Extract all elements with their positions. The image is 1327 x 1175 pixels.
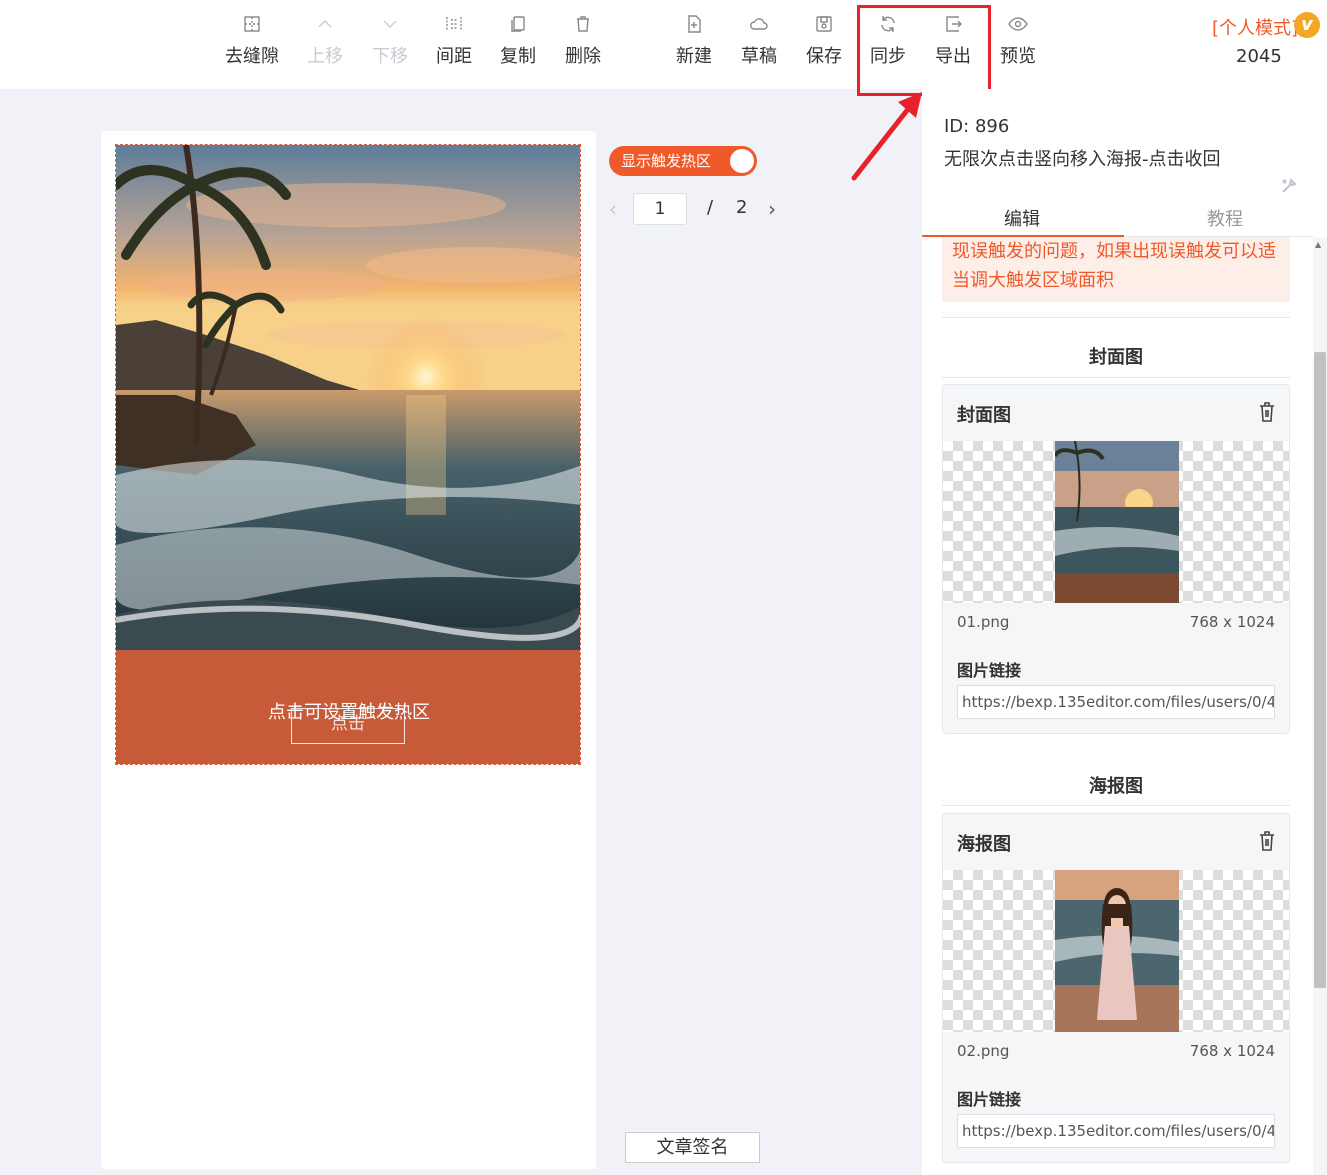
eye-icon [1008,14,1028,36]
cover-image-card: 封面图 01.png 768 x 1024 图片链接 https://bexp.… [942,384,1290,734]
image-dimensions: 768 x 1024 [1189,613,1275,631]
page-total: 2 [736,197,748,218]
annotation-arrow-icon [851,92,922,181]
move-up-button[interactable]: 上移 [293,14,357,68]
trigger-hotzone[interactable]: 点击 点击可设置触发热区 [116,650,580,764]
toggle-label: 显示触发热区 [621,152,712,170]
spacing-button[interactable]: 间距 [422,14,486,68]
draft-button[interactable]: 草稿 [727,14,791,68]
highlight-box [857,5,991,96]
tab-tutorial[interactable]: 教程 [1207,205,1243,231]
remove-gap-icon [242,14,262,36]
panel-tabs: 编辑 教程 [922,193,1313,237]
card-title: 封面图 [957,405,1011,426]
trash-icon [573,14,593,36]
delete-button[interactable]: 删除 [551,14,615,68]
cover-thumbnail [1055,441,1179,603]
save-icon [814,14,834,36]
card-title: 海报图 [957,834,1011,855]
notice-text: 现误触发的问题，如果出现误触发可以适当调大触发区域面积 [942,237,1290,302]
cloud-icon [749,14,769,36]
template-id: ID: 896 [944,116,1010,137]
section-heading-poster: 海报图 [1089,776,1143,797]
hotzone-hint: 点击可设置触发热区 [268,702,430,723]
spacing-icon [444,14,464,36]
poster-image-card: 海报图 02.png 768 x 1024 图片链接 https://bexp.… [942,813,1290,1163]
image-preview[interactable] [943,441,1289,603]
preview-button[interactable]: 预览 [986,14,1050,68]
image-link-input[interactable]: https://bexp.135editor.com/files/users/0… [957,685,1275,719]
remove-gap-button[interactable]: 去缝隙 [220,14,284,68]
poster-preview[interactable]: 点击 点击可设置触发热区 [115,144,581,765]
show-hotzone-toggle[interactable]: 显示触发热区 [609,146,757,176]
move-down-button[interactable]: 下移 [358,14,422,68]
properties-panel: ID: 896 无限次点击竖向移入海报-点击收回 编辑 教程 现误触发的问题，如… [922,89,1327,1175]
toolbar: 去缝隙 上移 下移 间距 复制 删除 新建 草稿 保存 同步 导出 预览 [个人… [0,0,1327,89]
tab-edit[interactable]: 编辑 [1004,205,1040,231]
mode-switch-link[interactable]: [个人模式] [1212,14,1298,40]
new-button[interactable]: 新建 [662,14,726,68]
user-count: 2045 [1236,46,1282,67]
trash-icon[interactable] [1257,401,1277,423]
chevron-up-icon [315,14,335,36]
prev-page-icon[interactable]: ‹ [609,197,617,221]
page-number-input[interactable]: 1 [633,193,687,225]
image-link-input[interactable]: https://bexp.135editor.com/files/users/0… [957,1114,1275,1148]
poster-thumbnail [1055,870,1179,1032]
image-preview[interactable] [943,870,1289,1032]
template-title: 无限次点击竖向移入海报-点击收回 [944,149,1221,170]
link-label: 图片链接 [957,661,1022,680]
toggle-knob [730,149,754,173]
scroll-up-icon[interactable]: ▲ [1315,240,1321,249]
save-button[interactable]: 保存 [792,14,856,68]
page-separator: / [707,197,714,218]
article-signature-button[interactable]: 文章签名 [625,1132,760,1163]
vip-badge-icon: v [1294,12,1320,38]
trash-icon[interactable] [1257,830,1277,852]
image-dimensions: 768 x 1024 [1189,1042,1275,1060]
section-heading-cover: 封面图 [1089,347,1143,368]
divider [942,377,1290,378]
copy-button[interactable]: 复制 [486,14,550,68]
divider [942,317,1290,318]
link-label: 图片链接 [957,1090,1022,1109]
file-name: 02.png [957,1042,1010,1060]
file-name: 01.png [957,613,1010,631]
next-page-icon[interactable]: › [768,197,776,221]
panel-scrollbar-thumb[interactable] [1314,352,1326,988]
chevron-down-icon [380,14,400,36]
copy-icon [508,14,528,36]
new-file-icon [684,14,704,36]
divider [942,805,1290,806]
